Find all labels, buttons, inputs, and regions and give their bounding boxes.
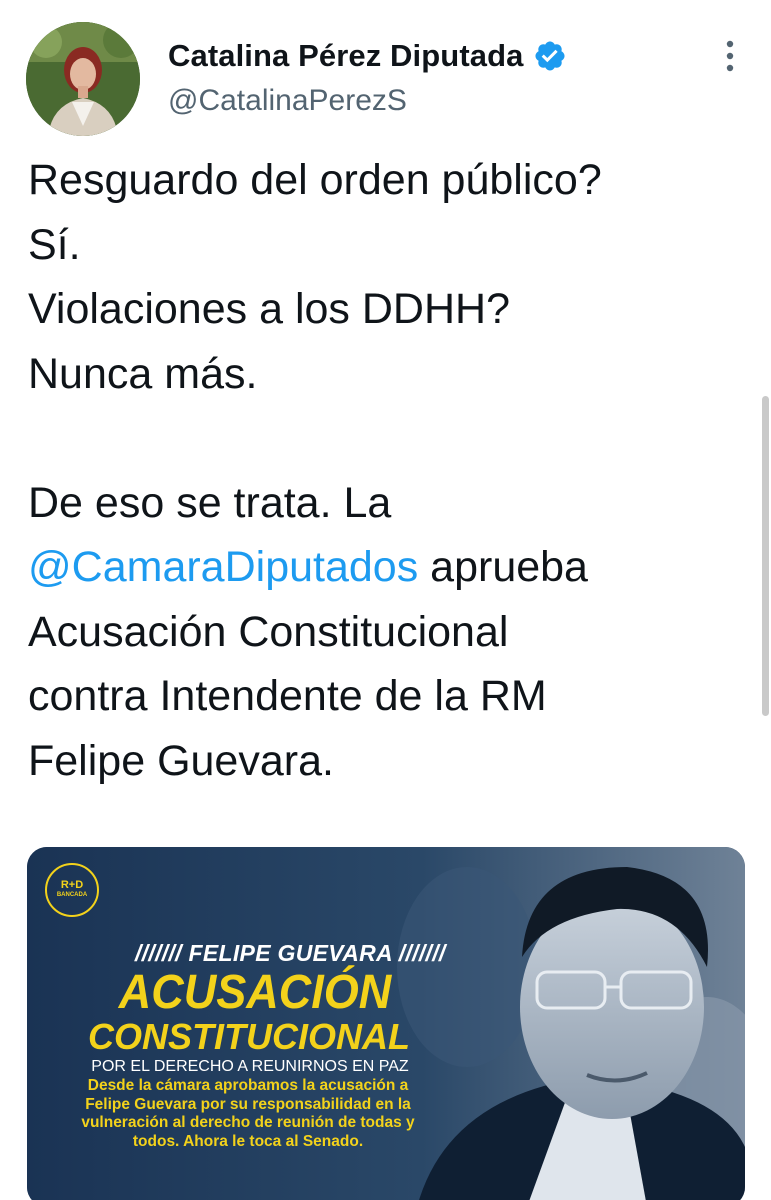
tweet-text-line: Felipe Guevara.	[28, 736, 334, 785]
bancada-logo-bottom: BANCADA	[56, 892, 88, 898]
avatar[interactable]	[26, 22, 140, 136]
mention-link[interactable]: @CamaraDiputados	[28, 543, 418, 591]
bancada-logo: R+D BANCADA	[45, 863, 99, 917]
author-name-row[interactable]: Catalina Pérez Diputada	[168, 34, 567, 78]
tweet-text-line-with-mention: @CamaraDiputados aprueba	[28, 535, 738, 600]
poster-body-line: Desde la cámara aprobamos la acusación a	[87, 1077, 409, 1094]
tweet-text-line: Violaciones a los DDHH?	[28, 285, 510, 333]
profile-photo-icon	[26, 22, 140, 136]
poster-body-line: vulneración al derecho de reunión de tod…	[81, 1114, 415, 1131]
tweet-text: Resguardo del orden público? Sí. Violaci…	[28, 148, 738, 793]
verified-badge-icon	[535, 41, 565, 71]
scrollbar-thumb[interactable]	[762, 396, 769, 716]
author-handle[interactable]: @CatalinaPerezS	[168, 84, 407, 118]
more-vertical-icon	[726, 40, 734, 72]
tweet-media-image[interactable]: R+D BANCADA /////// FELIPE GUEVARA /////…	[27, 847, 745, 1200]
tweet-text-line: Sí.	[28, 220, 81, 269]
mention-suffix: aprueba	[418, 543, 588, 591]
display-name[interactable]: Catalina Pérez Diputada	[168, 38, 523, 74]
poster-body: Desde la cámara aprobamos la acusación a…	[73, 1077, 423, 1151]
poster-body-line: Felipe Guevara por su responsabilidad en…	[85, 1095, 411, 1113]
bancada-logo-top: R+D	[60, 879, 84, 891]
poster-title-line1: ACUSACIÓN	[118, 963, 392, 1019]
more-options-button[interactable]	[712, 38, 748, 74]
tweet-text-line: De eso se trata. La	[28, 478, 392, 527]
tweet-text-line: contra Intendente de la RM	[28, 672, 547, 720]
tweet-text-line: Resguardo del orden público?	[28, 156, 602, 204]
poster-subtitle: POR EL DERECHO A REUNIRNOS EN PAZ	[91, 1058, 409, 1075]
tweet: Catalina Pérez Diputada @CatalinaPerezS …	[0, 0, 771, 1200]
tweet-text-line: Nunca más.	[28, 349, 258, 398]
tweet-text-line: Acusación Constitucional	[28, 607, 509, 656]
poster-title-line2: CONSTITUCIONAL	[88, 1016, 410, 1057]
poster-body-line: todos. Ahora le toca al Senado.	[132, 1132, 364, 1150]
